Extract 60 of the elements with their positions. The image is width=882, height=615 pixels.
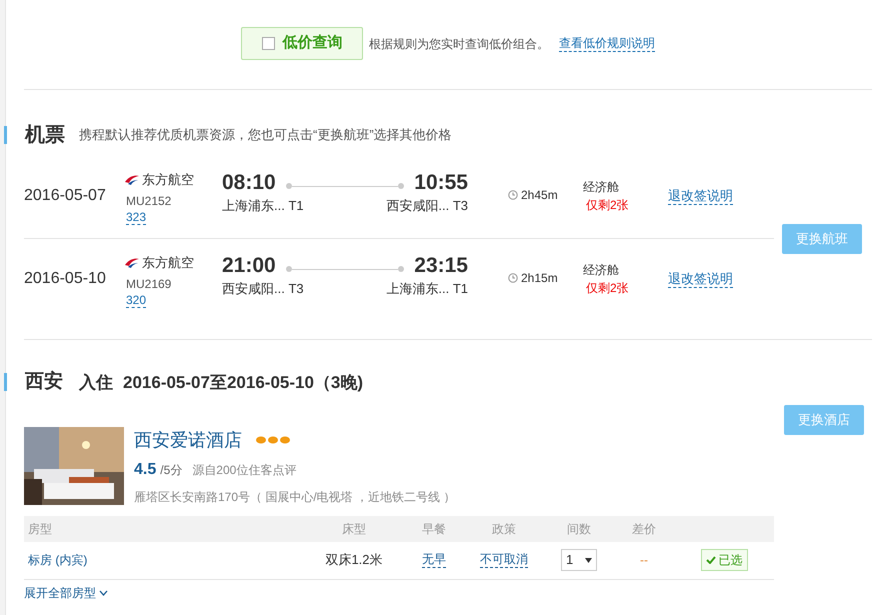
room-type-link[interactable]: 标房 (内宾) bbox=[28, 553, 88, 567]
aircraft-link[interactable]: 323 bbox=[126, 210, 146, 224]
dropdown-caret-icon bbox=[585, 558, 592, 562]
check-icon bbox=[706, 556, 716, 564]
clock-icon bbox=[508, 190, 518, 200]
flight-number: MU2169 bbox=[126, 276, 172, 292]
section-subtitle: 携程默认推荐优质机票资源，您也可点击“更换航班”选择其他价格 bbox=[79, 126, 452, 144]
hotel-score: 4.5 bbox=[134, 460, 156, 480]
section-title: 机票 bbox=[25, 123, 65, 148]
hotel-name[interactable]: 西安爱诺酒店 bbox=[134, 426, 242, 454]
departure-airport: 西安咸阳... T3 bbox=[222, 280, 304, 298]
review-count: 源自200位住客点评 bbox=[192, 462, 296, 478]
flight-duration: 2h15m bbox=[521, 270, 558, 287]
flight-number: MU2152 bbox=[126, 192, 172, 210]
seats-remaining: 仅剩2张 bbox=[586, 280, 630, 297]
low-price-note: 根据规则为您实时查询低价组合。 bbox=[369, 36, 549, 52]
flight-date: 2016-05-10 bbox=[24, 269, 107, 289]
departure-airport: 上海浦东... T1 bbox=[222, 197, 304, 215]
arrival-time: 10:55 bbox=[414, 170, 468, 196]
hotel-address: 雁塔区长安南路170号（ 国展中心/电视塔 ，近地铁二号线 ） bbox=[134, 488, 456, 506]
column-header: 差价 bbox=[631, 520, 657, 538]
room-count-select[interactable]: 1 bbox=[561, 549, 597, 571]
airline-name: 东方航空 bbox=[142, 254, 194, 272]
breakfast-link[interactable]: 无早 bbox=[422, 552, 446, 568]
price-difference: -- bbox=[640, 553, 648, 567]
score-max: /5分 bbox=[160, 462, 182, 478]
column-header: 早餐 bbox=[421, 520, 447, 538]
cabin-class: 经济舱 bbox=[583, 262, 620, 279]
clock-icon bbox=[508, 273, 518, 283]
checkbox[interactable] bbox=[262, 37, 274, 50]
diamond-rating-icon bbox=[256, 436, 292, 444]
departure-time: 21:00 bbox=[222, 253, 276, 279]
flight-duration: 2h45m bbox=[521, 187, 558, 204]
airline-name: 东方航空 bbox=[142, 171, 194, 189]
expand-rooms-link[interactable]: 展开全部房型 bbox=[24, 584, 96, 602]
airline-logo-icon bbox=[124, 174, 140, 186]
stay-dates: 2016-05-07至2016-05-10（3晚) bbox=[123, 372, 364, 394]
hotel-city: 西安 bbox=[25, 370, 63, 394]
departure-time: 08:10 bbox=[222, 170, 276, 196]
low-price-toggle[interactable]: 低价查询 bbox=[241, 27, 363, 60]
arrival-airport: 上海浦东... T1 bbox=[386, 280, 468, 298]
flight-date: 2016-05-07 bbox=[24, 186, 107, 206]
arrival-time: 23:15 bbox=[414, 253, 468, 279]
cabin-class: 经济舱 bbox=[583, 179, 620, 196]
chevron-down-icon bbox=[99, 590, 108, 596]
policy-link[interactable]: 不可取消 bbox=[480, 552, 528, 568]
column-header: 政策 bbox=[491, 520, 517, 538]
airline-logo-icon bbox=[124, 256, 140, 269]
refund-rules-link[interactable]: 退改签说明 bbox=[668, 188, 733, 205]
arrival-airport: 西安咸阳... T3 bbox=[386, 197, 468, 215]
bed-type: 双床1.2米 bbox=[325, 552, 383, 568]
column-header: 间数 bbox=[566, 520, 592, 538]
low-price-rules-link[interactable]: 查看低价规则说明 bbox=[559, 36, 655, 52]
column-header: 房型 bbox=[27, 520, 53, 538]
refund-rules-link[interactable]: 退改签说明 bbox=[668, 271, 733, 288]
checkin-label: 入住 bbox=[79, 372, 113, 394]
seats-remaining: 仅剩2张 bbox=[586, 197, 630, 214]
aircraft-link[interactable]: 320 bbox=[126, 292, 146, 308]
column-header: 床型 bbox=[341, 520, 367, 538]
select-room-button[interactable]: 已选 bbox=[700, 549, 748, 571]
